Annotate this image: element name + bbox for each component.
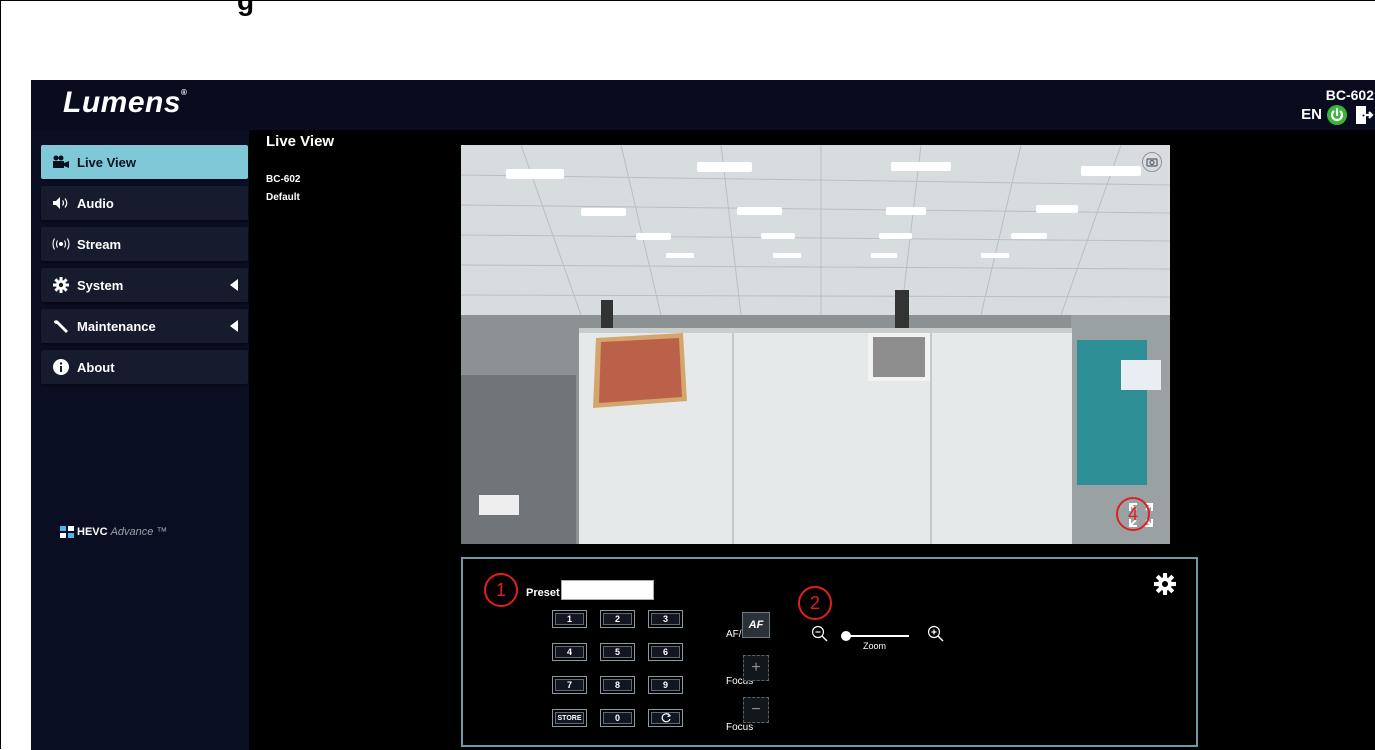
preset-key-0[interactable]: 0 <box>600 709 635 727</box>
sidebar-item-system[interactable]: System <box>41 268 248 302</box>
preset-key-6[interactable]: 6 <box>648 643 683 661</box>
language-selector[interactable]: EN <box>1301 106 1322 123</box>
top-bar: Lumens® BC-602 EN <box>31 80 1375 130</box>
page-title: Live View <box>266 133 335 150</box>
zoom-slider-track[interactable] <box>847 635 909 637</box>
sidebar-item-label: About <box>77 359 115 375</box>
sidebar-item-label: Audio <box>77 195 114 211</box>
zoom-out-icon[interactable] <box>811 625 829 643</box>
sidebar-item-live-view[interactable]: Live View <box>41 145 248 179</box>
focus-minus-button[interactable]: − <box>743 697 769 723</box>
expand-caret-icon[interactable] <box>230 279 238 291</box>
office-scene-image <box>461 145 1170 544</box>
gear-icon <box>51 277 71 293</box>
info-icon <box>51 359 71 375</box>
preset-input[interactable] <box>561 580 654 600</box>
preset-key-4[interactable]: 4 <box>552 643 587 661</box>
live-video-preview[interactable] <box>461 145 1170 544</box>
camera-icon <box>1146 158 1158 167</box>
brand-name: Lumens <box>63 86 182 119</box>
preset-label: Preset <box>526 587 560 599</box>
settings-gear-icon[interactable] <box>1154 573 1176 595</box>
document-heading-fragment: g <box>237 0 255 16</box>
sidebar-item-about[interactable]: About <box>41 350 248 384</box>
speaker-icon <box>51 195 71 211</box>
reset-icon <box>661 713 671 723</box>
hevc-mark-icon <box>60 526 74 538</box>
registered-mark: ® <box>181 88 188 97</box>
sidebar-item-label: Live View <box>77 154 137 170</box>
hevc-logo-tm: ™ <box>156 526 168 538</box>
preset-key-7[interactable]: 7 <box>552 676 587 694</box>
preset-key-5[interactable]: 5 <box>600 643 635 661</box>
sidebar-item-label: System <box>77 277 124 293</box>
preset-key-2[interactable]: 2 <box>600 610 635 628</box>
preset-key-1[interactable]: 1 <box>552 610 587 628</box>
camera-control-panel: Preset 1 2 3 4 5 6 7 8 9 STORE 0 AF/MF A… <box>461 557 1198 747</box>
sidebar-item-label: Stream <box>77 236 122 252</box>
logout-icon[interactable] <box>1354 105 1374 125</box>
annotation-callout-4: 4 <box>1116 497 1150 531</box>
sidebar-item-maintenance[interactable]: Maintenance <box>41 309 248 343</box>
preset-key-8[interactable]: 8 <box>600 676 635 694</box>
sidebar-item-label: Maintenance <box>77 318 156 334</box>
device-profile: Default <box>266 192 300 203</box>
hevc-advance-logo: HEVC Advance ™ <box>60 525 167 539</box>
broadcast-icon <box>51 236 71 252</box>
preset-store-button[interactable]: STORE <box>552 709 587 727</box>
document-frame: g Lumens® BC-602 EN Live View Audio Stre… <box>0 0 1375 750</box>
hevc-logo-strong: HEVC <box>77 526 108 538</box>
af-mf-toggle[interactable]: AF <box>742 612 770 638</box>
wrench-icon <box>51 318 71 334</box>
power-glyph <box>1330 107 1344 121</box>
web-ui: Lumens® BC-602 EN Live View Audio Stream… <box>31 80 1375 750</box>
focus-plus-button[interactable]: + <box>743 655 769 681</box>
sidebar-item-audio[interactable]: Audio <box>41 186 248 220</box>
sidebar-item-stream[interactable]: Stream <box>41 227 248 261</box>
preset-reset-button[interactable] <box>648 709 683 727</box>
power-icon[interactable] <box>1327 105 1347 125</box>
device-name: BC-602 <box>266 174 301 185</box>
zoom-label: Zoom <box>863 641 887 651</box>
video-camera-icon <box>51 154 71 170</box>
focus-far-label: Focus <box>726 722 754 733</box>
annotation-callout-2: 2 <box>798 586 832 620</box>
model-name: BC-602 <box>1325 87 1374 103</box>
logout-glyph <box>1356 106 1374 124</box>
hevc-logo-light: Advance <box>110 526 154 538</box>
expand-caret-icon[interactable] <box>230 320 238 332</box>
sidebar: Live View Audio Stream System Maintenanc… <box>31 130 249 750</box>
zoom-in-icon[interactable] <box>927 625 945 643</box>
zoom-slider-knob[interactable] <box>841 631 851 641</box>
preset-key-9[interactable]: 9 <box>648 676 683 694</box>
snapshot-button[interactable] <box>1142 152 1162 172</box>
annotation-callout-1: 1 <box>484 573 518 607</box>
brand-logo[interactable]: Lumens® <box>63 86 187 120</box>
preset-key-3[interactable]: 3 <box>648 610 683 628</box>
